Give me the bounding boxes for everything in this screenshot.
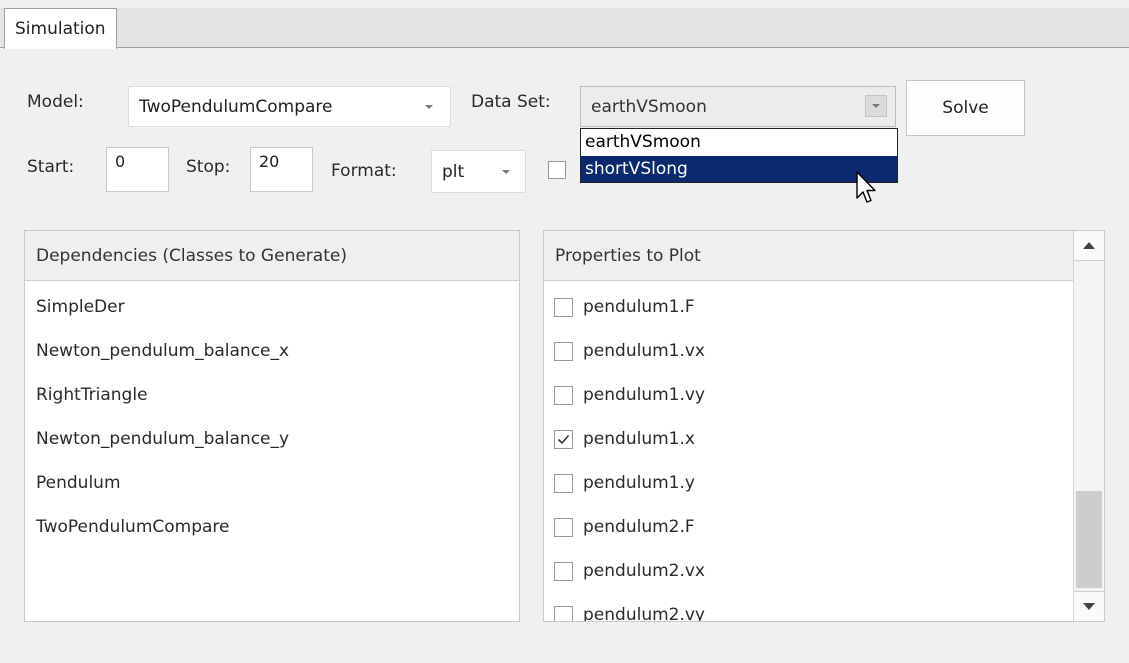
list-item[interactable]: pendulum1.x	[554, 429, 695, 449]
dataset-label: Data Set:	[471, 92, 551, 112]
solve-button[interactable]: Solve	[906, 80, 1025, 136]
list-item[interactable]: pendulum1.y	[554, 473, 695, 493]
model-value: TwoPendulumCompare	[139, 96, 333, 117]
list-item[interactable]: pendulum2.vx	[554, 561, 705, 581]
start-label: Start:	[27, 157, 75, 177]
list-item[interactable]: Pendulum	[36, 473, 121, 493]
property-label: pendulum1.vy	[583, 385, 705, 405]
list-item[interactable]: Newton_pendulum_balance_y	[36, 429, 289, 449]
checkbox[interactable]	[554, 385, 573, 405]
list-item[interactable]: pendulum1.vy	[554, 385, 705, 405]
list-item[interactable]: Newton_pendulum_balance_x	[36, 341, 289, 361]
list-item[interactable]: pendulum2.F	[554, 517, 695, 537]
stop-field[interactable]: 20	[250, 147, 313, 192]
list-item[interactable]: RightTriangle	[36, 385, 148, 405]
property-label: pendulum1.F	[583, 297, 695, 317]
list-item[interactable]: pendulum1.F	[554, 297, 695, 317]
stop-value: 20	[259, 152, 280, 171]
check-icon	[557, 434, 570, 444]
checkbox[interactable]	[554, 341, 573, 361]
checkbox[interactable]	[554, 517, 573, 537]
tab-simulation[interactable]: Simulation	[4, 8, 117, 49]
arrow-up-icon	[1083, 242, 1095, 249]
list-item[interactable]: pendulum1.vx	[554, 341, 705, 361]
dependencies-panel: Dependencies (Classes to Generate) Simpl…	[24, 230, 520, 622]
dataset-value: earthVSmoon	[591, 96, 707, 117]
property-label: pendulum2.F	[583, 517, 695, 537]
model-label: Model:	[27, 92, 84, 112]
checkbox[interactable]	[554, 473, 573, 493]
property-label: pendulum2.vy	[583, 605, 705, 622]
properties-header: Properties to Plot	[544, 231, 1073, 281]
property-label: pendulum1.vx	[583, 341, 705, 361]
property-label: pendulum1.y	[583, 473, 695, 493]
list-item[interactable]: pendulum2.vy	[554, 605, 705, 622]
chevron-down-icon	[425, 105, 433, 109]
dropdown-option-highlighted[interactable]: shortVSlong	[581, 156, 897, 182]
dependencies-header: Dependencies (Classes to Generate)	[25, 231, 519, 281]
stop-label: Stop:	[186, 157, 231, 177]
checkbox[interactable]	[554, 297, 573, 317]
vertical-scrollbar[interactable]	[1073, 231, 1104, 621]
scroll-up-button[interactable]	[1074, 231, 1104, 261]
format-label: Format:	[331, 161, 397, 181]
model-combo[interactable]: TwoPendulumCompare	[128, 86, 451, 127]
list-item[interactable]: SimpleDer	[36, 297, 125, 317]
format-value: plt	[442, 161, 465, 182]
dataset-dropdown-list: earthVSmoon shortVSlong	[580, 128, 898, 183]
checkbox[interactable]	[554, 605, 573, 621]
scroll-down-button[interactable]	[1074, 591, 1104, 621]
list-item[interactable]: TwoPendulumCompare	[36, 517, 230, 537]
start-field[interactable]: 0	[106, 147, 169, 192]
tab-strip	[0, 8, 1129, 48]
dataset-combo[interactable]: earthVSmoon	[580, 86, 896, 127]
format-combo[interactable]: plt	[431, 150, 526, 193]
checkbox[interactable]	[554, 561, 573, 581]
property-label: pendulum1.x	[583, 429, 695, 449]
option-checkbox[interactable]	[548, 161, 566, 179]
property-label: pendulum2.vx	[583, 561, 705, 581]
dropdown-option[interactable]: earthVSmoon	[581, 129, 897, 156]
start-value: 0	[115, 152, 126, 171]
mouse-cursor-icon	[856, 171, 876, 203]
checkbox-checked[interactable]	[554, 429, 573, 449]
properties-panel: Properties to Plot pendulum1.F pendulum1…	[543, 230, 1105, 622]
chevron-down-icon	[502, 170, 510, 174]
arrow-down-icon	[1083, 603, 1095, 610]
scroll-thumb[interactable]	[1076, 491, 1102, 588]
chevron-down-icon	[872, 104, 880, 108]
dataset-dropdown-button[interactable]	[865, 95, 887, 117]
